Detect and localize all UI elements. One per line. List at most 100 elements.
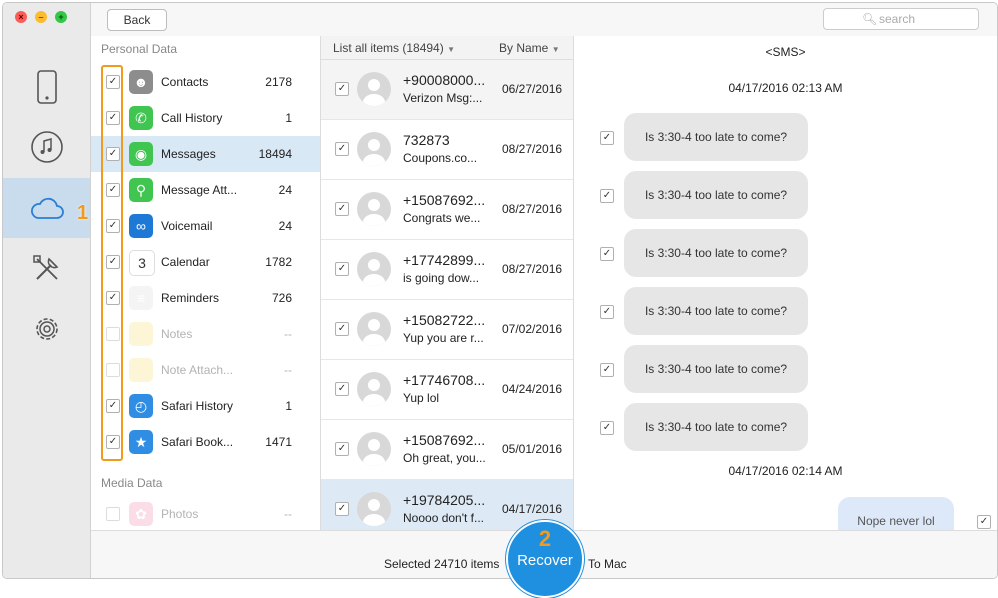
rail-settings-button[interactable]: [3, 299, 90, 359]
message-checkbox[interactable]: ✓: [600, 189, 614, 203]
message-checkbox[interactable]: ✓: [600, 421, 614, 435]
message-date: 07/02/2016: [502, 322, 563, 336]
category-label: Reminders: [161, 291, 220, 305]
close-window-button[interactable]: ×: [15, 11, 27, 23]
calendar-icon: 3: [129, 250, 155, 276]
list-item-checkbox[interactable]: ✓: [335, 442, 349, 456]
category-item[interactable]: ✓ ★ Safari Book... 1471: [91, 424, 320, 460]
back-button[interactable]: Back: [107, 9, 167, 31]
list-item[interactable]: ✓ +15087692... Oh great, you... 05/01/2016: [321, 420, 573, 480]
search-input[interactable]: 🔍︎ search: [823, 8, 979, 30]
message-checkbox[interactable]: ✓: [600, 363, 614, 377]
category-item[interactable]: ✓ ≡ Reminders 726: [91, 280, 320, 316]
category-count: 24: [278, 183, 292, 197]
category-label: Voicemail: [161, 219, 213, 233]
category-label: Safari History: [161, 399, 234, 413]
message-checkbox[interactable]: ✓: [977, 515, 991, 529]
recover-button[interactable]: 2 Recover: [506, 520, 584, 598]
list-item-checkbox[interactable]: ✓: [335, 82, 349, 96]
incoming-bubble: Is 3:30-4 too late to come?: [624, 113, 808, 161]
message-date: 08/27/2016: [502, 202, 563, 216]
list-item[interactable]: ✓ +15087692... Congrats we... 08/27/2016: [321, 180, 573, 240]
chevron-down-icon: ▼: [447, 45, 455, 54]
timestamp: 04/17/2016 02:14 AM: [728, 464, 843, 478]
toolbar: Back 🔍︎ search: [91, 3, 997, 37]
category-label: Contacts: [161, 75, 209, 89]
avatar: [357, 72, 391, 106]
category-item[interactable]: Notes --: [91, 316, 320, 352]
incoming-bubble: Is 3:30-4 too late to come?: [624, 229, 808, 277]
messages-icon: ◉: [129, 142, 153, 166]
category-label: Messages: [161, 147, 216, 161]
photos-icon: ✿: [129, 502, 153, 526]
zoom-window-button[interactable]: +: [55, 11, 67, 23]
category-item[interactable]: ✿ Photos --: [91, 496, 320, 530]
rail-music-button[interactable]: [3, 117, 90, 177]
reminders-icon: ≡: [129, 286, 153, 310]
category-item[interactable]: ✓ ◉ Messages 18494: [91, 136, 320, 172]
message-sender: +15087692...: [403, 192, 486, 208]
message-date: 08/27/2016: [502, 262, 563, 276]
outgoing-bubble: Nope never lol: [838, 497, 954, 530]
selected-count: Selected 24710 items: [384, 557, 500, 571]
minimize-window-button[interactable]: –: [35, 11, 47, 23]
list-item-checkbox[interactable]: ✓: [335, 262, 349, 276]
avatar: [357, 372, 391, 406]
list-item-checkbox[interactable]: ✓: [335, 322, 349, 336]
message-checkbox[interactable]: ✓: [600, 131, 614, 145]
conversation-type: <SMS>: [765, 45, 806, 59]
search-placeholder: search: [879, 12, 916, 26]
filter-dropdown[interactable]: List all items (18494) ▼: [333, 41, 455, 55]
category-count: 1471: [265, 435, 292, 449]
list-item[interactable]: ✓ +90008000... Verizon Msg:... 06/27/2016: [321, 60, 573, 120]
category-item[interactable]: ✓ ◴ Safari History 1: [91, 388, 320, 424]
category-item[interactable]: ✓ ✆ Call History 1: [91, 100, 320, 136]
category-checkbox[interactable]: [106, 507, 120, 521]
notes-icon: [129, 322, 153, 346]
message-preview: Yup lol: [403, 391, 440, 405]
message-checkbox[interactable]: ✓: [600, 305, 614, 319]
chevron-down-icon: ▼: [551, 45, 560, 54]
list-item[interactable]: ✓ 732873 Coupons.co... 08/27/2016: [321, 120, 573, 180]
category-count: --: [284, 363, 292, 377]
incoming-bubble: Is 3:30-4 too late to come?: [624, 287, 808, 335]
category-label: Note Attach...: [161, 363, 234, 377]
message-preview: Verizon Msg:...: [403, 91, 483, 105]
message-checkbox[interactable]: ✓: [600, 247, 614, 261]
category-count: 2178: [265, 75, 292, 89]
category-count: --: [284, 507, 292, 521]
iphone-icon: [36, 70, 57, 104]
category-item[interactable]: ✓ ☻ Contacts 2178: [91, 64, 320, 100]
category-item[interactable]: ✓ ∞ Voicemail 24: [91, 208, 320, 244]
list-item[interactable]: ✓ +17746708... Yup lol 04/24/2016: [321, 360, 573, 420]
destination-label: To Mac: [588, 557, 627, 571]
category-count: 1: [285, 111, 292, 125]
list-item[interactable]: ✓ +15082722... Yup you are r... 07/02/2016: [321, 300, 573, 360]
message-sender: +19784205...: [403, 492, 486, 508]
rail-device-button[interactable]: [3, 57, 90, 117]
avatar: [357, 192, 391, 226]
sort-dropdown[interactable]: By Name ▼: [499, 41, 560, 55]
category-item[interactable]: Note Attach... --: [91, 352, 320, 388]
list-item-checkbox[interactable]: ✓: [335, 382, 349, 396]
note-attachment-icon: [129, 358, 153, 382]
media-data-heading: Media Data: [101, 476, 163, 490]
selection-highlight-box: [101, 65, 123, 461]
list-item[interactable]: ✓ +17742899... is going dow... 08/27/2016: [321, 240, 573, 300]
tools-icon: [32, 255, 58, 280]
message-sender: +17746708...: [403, 372, 486, 388]
category-item[interactable]: ✓ ⚲ Message Att... 24: [91, 172, 320, 208]
message-detail: <SMS> 04/17/2016 02:13 AM ✓ Is 3:30-4 too…: [574, 36, 997, 530]
message-list: List all items (18494) ▼ By Name ▼ ✓ +900…: [321, 36, 574, 530]
message-date: 05/01/2016: [502, 442, 563, 456]
rail-tools-button[interactable]: [3, 239, 90, 299]
message-preview: Noooo don't f...: [403, 511, 485, 525]
list-item-checkbox[interactable]: ✓: [335, 202, 349, 216]
recover-label: Recover: [517, 552, 573, 569]
list-item-checkbox[interactable]: ✓: [335, 142, 349, 156]
list-item-checkbox[interactable]: ✓: [335, 502, 349, 516]
category-count: 1782: [265, 255, 292, 269]
message-preview: Oh great, you...: [403, 451, 486, 465]
category-item[interactable]: ✓ 3 Calendar 1782: [91, 244, 320, 280]
category-label: Notes: [161, 327, 193, 341]
